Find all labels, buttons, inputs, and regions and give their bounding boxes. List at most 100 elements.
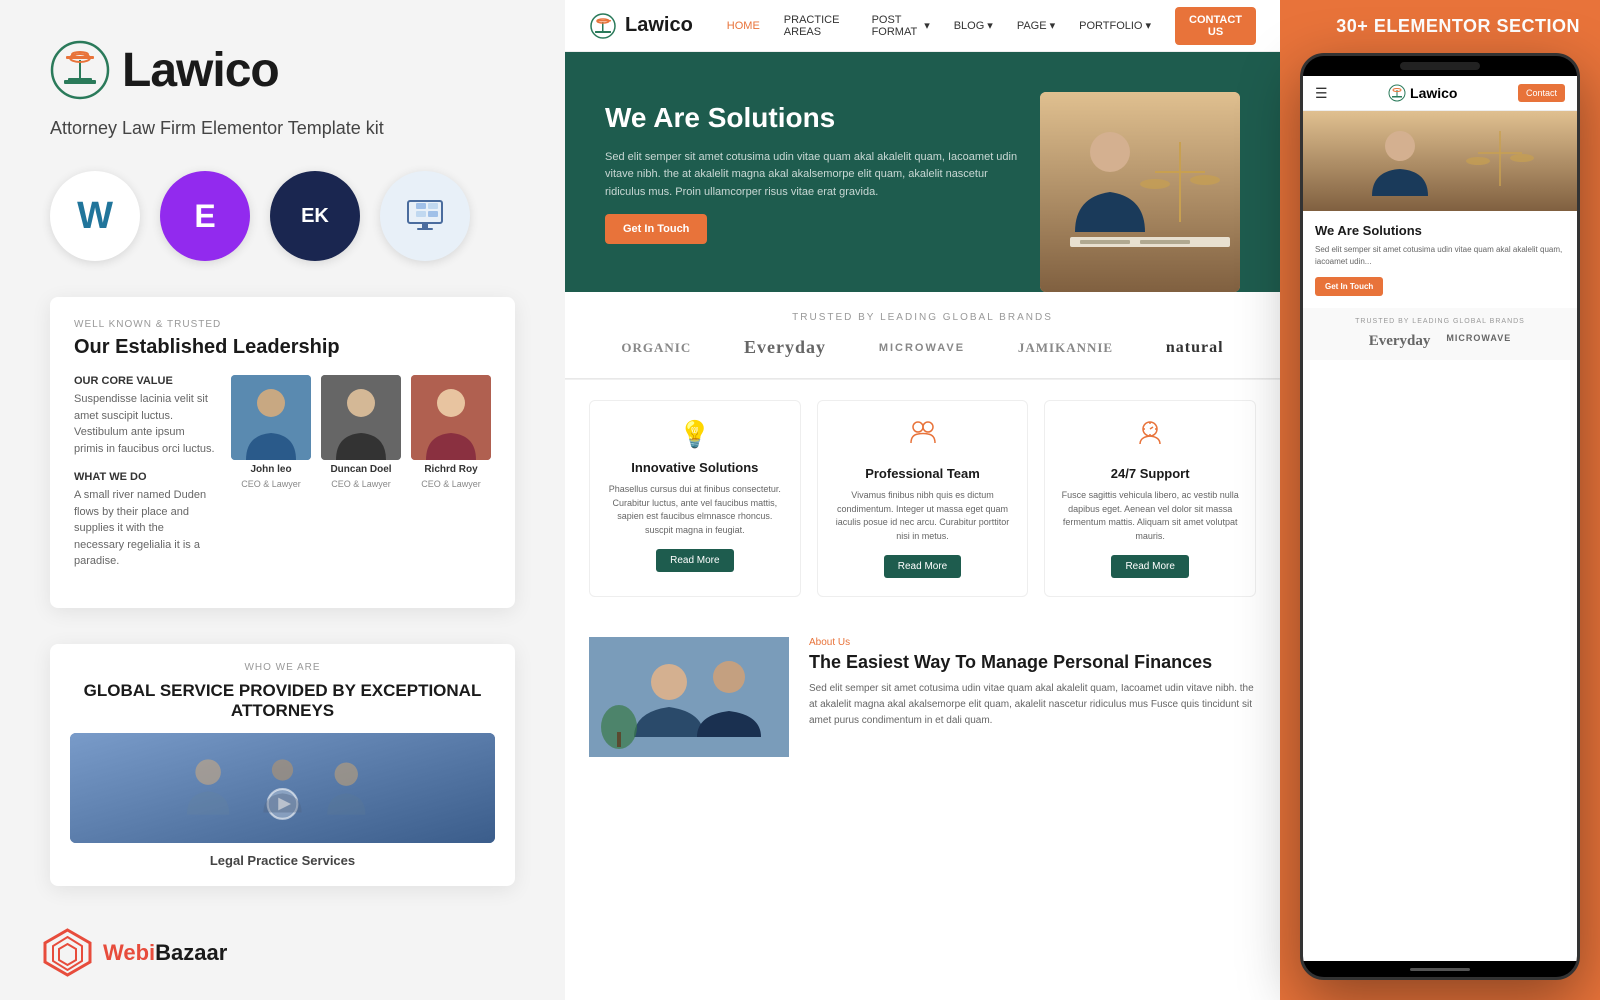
team-photo-2 <box>321 375 401 460</box>
service-icon-3 <box>1059 419 1241 456</box>
service-card-2: Professional Team Vivamus finibus nibh q… <box>817 400 1029 597</box>
about-label: About Us <box>809 637 1256 648</box>
elementskit-icon[interactable]: EK <box>270 171 360 261</box>
mobile-notch <box>1303 56 1577 76</box>
team-role-2: CEO & Lawyer <box>331 479 391 489</box>
service-desc-1: Phasellus cursus dui at finibus consecte… <box>604 483 786 537</box>
what-we-do-text: A small river named Duden flows by their… <box>74 487 215 570</box>
right-header: 30+ ELEMENTOR SECTION <box>1280 0 1600 53</box>
brands-row: ORGANIC Everyday MICROWAVE JAMIKANNIE na… <box>595 337 1250 358</box>
nav-post-format[interactable]: POST FORMAT ▾ <box>872 14 930 38</box>
mobile-mockup: ☰ Lawico Contact <box>1300 53 1580 980</box>
tagline-text: Attorney Law Firm Elementor Template kit <box>50 118 515 139</box>
mobile-brands-label: TRUSTED BY LEADING GLOBAL BRANDS <box>1315 318 1565 325</box>
hero-section: We Are Solutions Sed elit semper sit ame… <box>565 52 1280 292</box>
service-card-3: 24/7 Support Fusce sagittis vehicula lib… <box>1044 400 1256 597</box>
brands-label: TRUSTED BY LEADING GLOBAL BRANDS <box>595 312 1250 323</box>
nav-blog[interactable]: BLOG ▾ <box>954 19 993 32</box>
elementor-icon[interactable]: E <box>160 171 250 261</box>
mobile-brands-section: TRUSTED BY LEADING GLOBAL BRANDS Everyda… <box>1303 308 1577 360</box>
mobile-brand-microwave: MICROWAVE <box>1446 333 1511 350</box>
mobile-notch-bar <box>1400 62 1480 70</box>
service-btn-1[interactable]: Read More <box>656 549 733 572</box>
about-image <box>589 637 789 757</box>
mobile-menu-icon[interactable]: ☰ <box>1315 85 1328 102</box>
brand-microwave: MICROWAVE <box>879 342 965 354</box>
wordpress-icon[interactable]: W <box>50 171 140 261</box>
desktop-preview: Lawico HOME PRACTICE AREAS POST FORMAT ▾… <box>565 0 1280 1000</box>
global-service-card: WHO WE ARE GLOBAL SERVICE PROVIDED BY EX… <box>50 644 515 886</box>
mobile-contact-button[interactable]: Contact <box>1518 84 1565 102</box>
team-role-3: CEO & Lawyer <box>421 479 481 489</box>
nav-page[interactable]: PAGE ▾ <box>1017 19 1055 32</box>
site-logo-icon <box>589 12 617 40</box>
core-value-text: Suspendisse lacinia velit sit amet susci… <box>74 391 215 457</box>
about-title: The Easiest Way To Manage Personal Finan… <box>809 652 1256 673</box>
who-we-are-label: WHO WE ARE <box>70 662 495 673</box>
mobile-logo: Lawico <box>1388 84 1457 102</box>
what-we-do-label: WHAT WE DO <box>74 471 215 483</box>
webibazaar-logo: WebiBazaar <box>40 925 227 980</box>
team-member-2: Duncan Doel CEO & Lawyer <box>321 375 401 586</box>
brand-everyday: Everyday <box>744 337 826 358</box>
team-photos: John leo CEO & Lawyer Duncan Doel CEO & … <box>231 375 491 586</box>
mobile-logo-icon <box>1388 84 1406 102</box>
leadership-title: Our Established Leadership <box>74 336 491 359</box>
left-panel: Lawico Attorney Law Firm Elementor Templ… <box>0 0 565 1000</box>
brand-jamie: JAMIKANNIE <box>1018 340 1113 356</box>
service-icon-1: 💡 <box>604 419 786 450</box>
mobile-logo-text: Lawico <box>1410 85 1457 101</box>
legal-practice-label: Legal Practice Services <box>70 853 495 868</box>
hero-cta-button[interactable]: Get In Touch <box>605 214 707 244</box>
mobile-home-indicator <box>1303 961 1577 977</box>
service-title-1: Innovative Solutions <box>604 460 786 475</box>
webibazaar-icon <box>40 925 95 980</box>
service-icon-2 <box>832 419 1014 456</box>
leadership-label: WELL KNOWN & TRUSTED <box>74 319 491 330</box>
team-name-1: John leo <box>250 464 291 475</box>
service-desc-3: Fusce sagittis vehicula libero, ac vesti… <box>1059 489 1241 543</box>
service-btn-3[interactable]: Read More <box>1111 555 1188 578</box>
brands-section: TRUSTED BY LEADING GLOBAL BRANDS ORGANIC… <box>565 292 1280 378</box>
about-section: About Us The Easiest Way To Manage Perso… <box>565 617 1280 777</box>
service-btn-2[interactable]: Read More <box>884 555 961 578</box>
service-title-3: 24/7 Support <box>1059 466 1241 481</box>
service-desc-2: Vivamus finibus nibh quis es dictum cond… <box>832 489 1014 543</box>
elementor-badge: 30+ ELEMENTOR SECTION <box>1300 16 1580 37</box>
site-logo-text: Lawico <box>625 14 693 37</box>
core-value-label: OUR CORE VALUE <box>74 375 215 387</box>
mobile-hero-content: We Are Solutions Sed elit semper sit ame… <box>1303 211 1577 308</box>
lawico-logo-icon <box>50 40 110 100</box>
right-bottom-spacer <box>1280 980 1600 1000</box>
site-navbar: Lawico HOME PRACTICE AREAS POST FORMAT ▾… <box>565 0 1280 52</box>
mobile-brands-row: Everyday MICROWAVE <box>1315 333 1565 350</box>
nav-practice[interactable]: PRACTICE AREAS <box>784 14 848 38</box>
tech-icons-row: W E EK <box>50 171 515 261</box>
mobile-brand-everyday: Everyday <box>1369 333 1431 350</box>
hero-content: We Are Solutions Sed elit semper sit ame… <box>605 92 1020 252</box>
mobile-hero-cta[interactable]: Get In Touch <box>1315 277 1383 296</box>
webibazaar-name: WebiBazaar <box>103 940 227 966</box>
video-thumbnail[interactable] <box>70 733 495 843</box>
home-bar <box>1410 968 1470 971</box>
team-name-2: Duncan Doel <box>330 464 391 475</box>
brand-natural: natural <box>1166 339 1224 357</box>
nav-portfolio[interactable]: PORTFOLIO ▾ <box>1079 19 1151 32</box>
about-content: About Us The Easiest Way To Manage Perso… <box>809 637 1256 757</box>
about-desc: Sed elit semper sit amet cotusima udin v… <box>809 681 1256 729</box>
logo-area: Lawico <box>50 40 515 100</box>
hero-description: Sed elit semper sit amet cotusima udin v… <box>605 149 1020 202</box>
leadership-card: WELL KNOWN & TRUSTED Our Established Lea… <box>50 297 515 608</box>
nav-contact-button[interactable]: CONTACT US <box>1175 7 1256 45</box>
mobile-content: ☰ Lawico Contact <box>1303 76 1577 961</box>
team-member-1: John leo CEO & Lawyer <box>231 375 311 586</box>
global-title: GLOBAL SERVICE PROVIDED BY EXCEPTIONAL A… <box>70 681 495 721</box>
right-panel: 30+ ELEMENTOR SECTION ☰ Lawico Cont <box>1280 0 1600 1000</box>
mobile-hero-title: We Are Solutions <box>1315 223 1565 238</box>
nav-home[interactable]: HOME <box>727 20 760 32</box>
service-card-1: 💡 Innovative Solutions Phasellus cursus … <box>589 400 801 597</box>
site-logo: Lawico <box>589 12 693 40</box>
team-photo-1 <box>231 375 311 460</box>
services-section: 💡 Innovative Solutions Phasellus cursus … <box>565 379 1280 617</box>
monitor-icon[interactable] <box>380 171 470 261</box>
